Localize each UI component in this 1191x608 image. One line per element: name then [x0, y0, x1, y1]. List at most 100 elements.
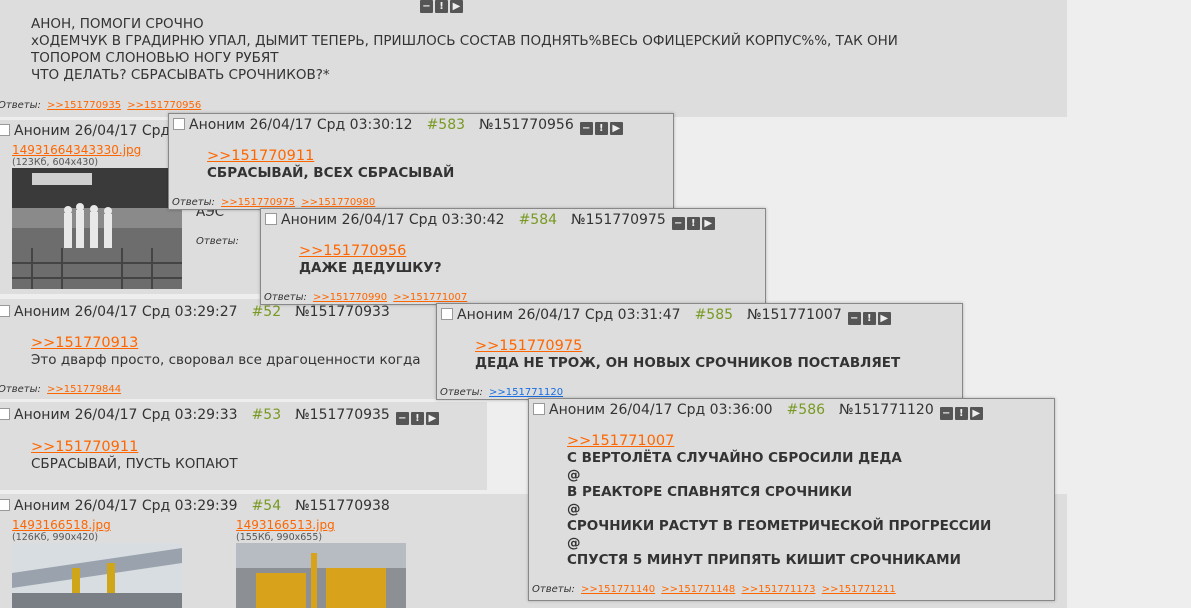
post-thumbnail[interactable]: [12, 543, 182, 608]
hide-icon[interactable]: −: [579, 122, 593, 135]
select-checkbox[interactable]: [0, 124, 10, 136]
post-replies: Ответы: >>151770990 >>151771007: [264, 292, 467, 303]
reply-link[interactable]: >>151770980: [301, 197, 375, 208]
message-text: ДЕДА НЕ ТРОЖ, ОН НОВЫХ СРОЧНИКОВ ПОСТАВЛ…: [475, 355, 901, 371]
post-buttons: −! ▶: [395, 409, 441, 425]
post-header: Аноним 26/04/17 Срд 03:29:39 #54 №15177093…: [0, 498, 390, 514]
report-icon[interactable]: !: [686, 217, 700, 230]
select-checkbox[interactable]: [265, 213, 277, 225]
post-thumbnail[interactable]: [12, 168, 182, 289]
file-name[interactable]: 14931664343330.jpg: [12, 143, 141, 157]
post-thumbnail[interactable]: [236, 543, 406, 608]
report-icon[interactable]: !: [862, 312, 876, 325]
message-text: ДАЖЕ ДЕДУШКУ?: [299, 260, 442, 276]
op-line: АНОН, ПОМОГИ СРОЧНО: [31, 16, 204, 32]
post-53: Аноним 26/04/17 Срд 03:29:33 #53 №15177093…: [0, 402, 487, 490]
post-id[interactable]: №151770975: [571, 212, 666, 228]
hide-icon[interactable]: −: [847, 312, 861, 325]
reply-link[interactable]: >>151770990: [313, 292, 387, 303]
reply-link[interactable]: >>151771120: [489, 387, 563, 398]
post-id[interactable]: №151771120: [839, 402, 934, 418]
post-number[interactable]: #585: [695, 307, 733, 323]
select-checkbox[interactable]: [0, 499, 10, 511]
play-icon[interactable]: ▶: [450, 0, 463, 13]
message-line: @: [567, 501, 581, 517]
hide-icon[interactable]: −: [671, 217, 685, 230]
play-icon[interactable]: ▶: [609, 122, 623, 135]
message-line: @: [567, 535, 581, 551]
post-number[interactable]: #586: [787, 402, 825, 418]
play-icon[interactable]: ▶: [877, 312, 891, 325]
author: Аноним: [14, 498, 71, 514]
quote-link[interactable]: >>151770911: [207, 148, 454, 165]
select-checkbox[interactable]: [0, 408, 10, 420]
quote-link[interactable]: >>151771007: [567, 433, 991, 450]
post-id[interactable]: №151770938: [295, 498, 390, 514]
post-header: Аноним 26/04/17 Срд 03:29:27 #52 №15177093…: [0, 304, 390, 320]
replies-label: Ответы:: [264, 292, 307, 303]
popup-post-583: Аноним 26/04/17 Срд 03:30:12 #583 №1517709…: [168, 113, 674, 210]
replies-label: Ответы:: [0, 100, 41, 111]
report-icon[interactable]: !: [594, 122, 608, 135]
post-number[interactable]: #583: [427, 117, 465, 133]
reply-link[interactable]: >>151770935: [47, 100, 121, 111]
reply-link[interactable]: >>151770956: [127, 100, 201, 111]
report-icon[interactable]: !: [410, 412, 424, 425]
post-header: Аноним 26/04/17 Срд 03:31:47 #585 №1517710…: [441, 307, 893, 325]
post-number[interactable]: #53: [252, 407, 282, 423]
op-line: ЧТО ДЕЛАТЬ? СБРАСЫВАТЬ СРОЧНИКОВ?*: [31, 67, 330, 83]
post-id[interactable]: №151770935: [295, 407, 390, 423]
quote-link[interactable]: >>151770911: [31, 439, 238, 456]
post-number[interactable]: #584: [519, 212, 557, 228]
select-checkbox[interactable]: [0, 305, 10, 317]
hide-icon[interactable]: −: [420, 0, 433, 13]
select-checkbox[interactable]: [173, 118, 185, 130]
post-id[interactable]: №151770933: [295, 304, 390, 320]
select-checkbox[interactable]: [441, 308, 453, 320]
reply-link[interactable]: >>151771211: [822, 584, 896, 595]
message-text: СБРАСЫВАЙ, ПУСТЬ КОПАЮТ: [31, 456, 238, 472]
post-number[interactable]: #54: [252, 498, 282, 514]
op-line: ТОПОРОМ СЛОНОВЬЮ НОГУ РУБЯТ: [31, 50, 279, 66]
message-line: СПУСТЯ 5 МИНУТ ПРИПЯТЬ КИШИТ СРОЧНИКАМИ: [567, 552, 961, 568]
post-message: >>151770913 Это дварф просто, своровал в…: [31, 335, 421, 369]
file-meta: (126Кб, 990x420): [12, 532, 99, 543]
file-name[interactable]: 1493166513.jpg: [236, 518, 335, 532]
post-id[interactable]: №151770956: [479, 117, 574, 133]
play-icon[interactable]: ▶: [969, 407, 983, 420]
reply-link[interactable]: >>151771148: [661, 584, 735, 595]
replies-label: Ответы:: [440, 387, 483, 398]
post-date: 26/04/17 Срд 03:30:42: [341, 212, 505, 228]
message-text: СБРАСЫВАЙ, ВСЕХ СБРАСЫВАЙ: [207, 165, 455, 181]
post-header: Аноним 26/04/17 Срд 03:30:42 #584 №1517709…: [265, 212, 717, 230]
hide-icon[interactable]: −: [939, 407, 953, 420]
post-date: 26/04/17 Срд 03:36:00: [609, 402, 773, 418]
file-info: 14931664343330.jpg (123Кб, 604x430): [12, 143, 141, 168]
op-post: −! ▶ АНОН, ПОМОГИ СРОЧНО хОДЕМЧУК В ГРАДИ…: [0, 0, 1067, 117]
quote-link[interactable]: >>151770913: [31, 335, 421, 352]
quote-link[interactable]: >>151770975: [475, 338, 900, 355]
file-meta: (155Кб, 990x655): [236, 532, 323, 543]
play-icon[interactable]: ▶: [425, 412, 439, 425]
reply-link[interactable]: >>151779844: [47, 384, 121, 395]
reply-link[interactable]: >>151771007: [393, 292, 467, 303]
post-id[interactable]: №151771007: [747, 307, 842, 323]
play-icon[interactable]: ▶: [701, 217, 715, 230]
report-icon[interactable]: !: [954, 407, 968, 420]
file-name[interactable]: 1493166518.jpg: [12, 518, 111, 532]
reply-link[interactable]: >>151771173: [741, 584, 815, 595]
hide-icon[interactable]: −: [395, 412, 409, 425]
reply-link[interactable]: >>151771140: [581, 584, 655, 595]
post-replies: Ответы: >>151771140 >>151771148 >>151771…: [532, 584, 896, 595]
quote-link[interactable]: >>151770956: [299, 243, 442, 260]
post-header: Аноним 26/04/17 Срд 03:30:12 #583 №1517709…: [173, 117, 625, 135]
post-replies: Ответы: >>151779844: [0, 384, 121, 395]
reply-link[interactable]: >>151770975: [221, 197, 295, 208]
post-date: 26/04/17 Срд 03:29:27: [74, 304, 238, 320]
report-icon[interactable]: !: [435, 0, 448, 13]
op-message: АНОН, ПОМОГИ СРОЧНО хОДЕМЧУК В ГРАДИРНЮ …: [31, 16, 898, 84]
op-header-buttons: −! ▶: [420, 0, 465, 13]
post-number[interactable]: #52: [252, 304, 282, 320]
post-date: 26/04/17 Срд 03:31:47: [517, 307, 681, 323]
select-checkbox[interactable]: [533, 403, 545, 415]
